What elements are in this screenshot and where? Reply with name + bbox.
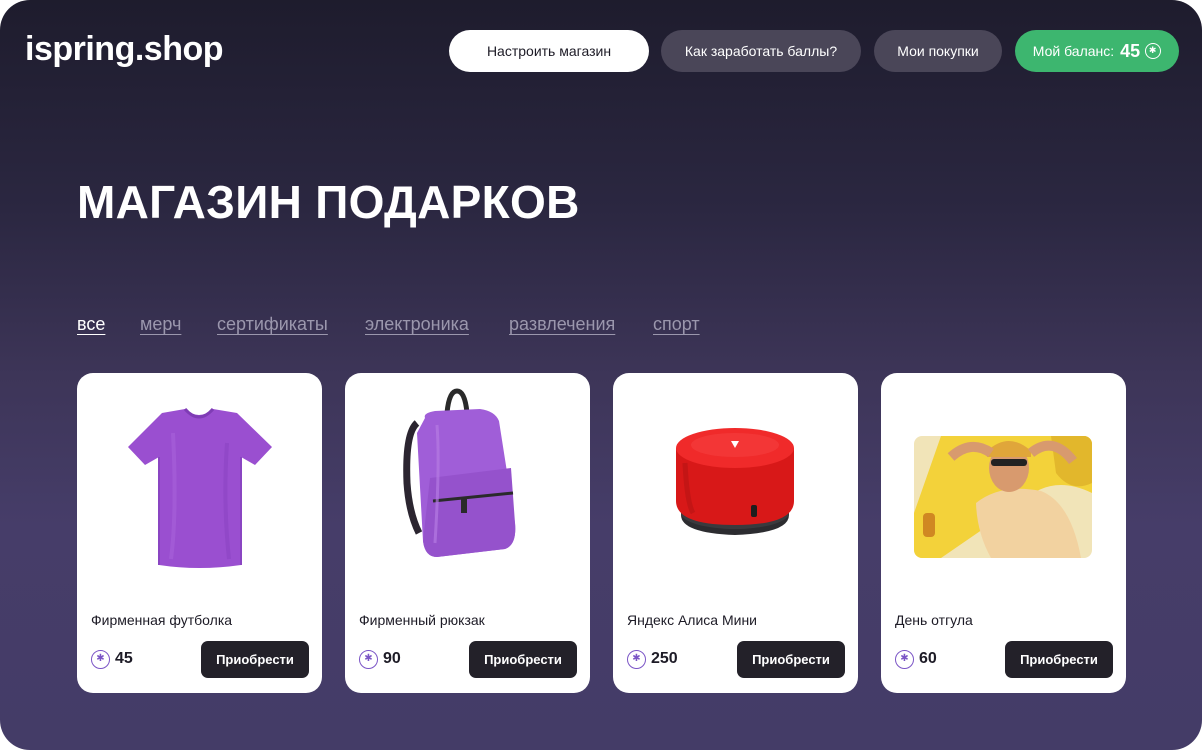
product-card[interactable]: Яндекс Алиса Мини ✱ 250 Приобрести <box>613 373 858 693</box>
category-sport[interactable]: спорт <box>653 314 700 335</box>
smart-speaker-image <box>676 428 794 535</box>
product-price: ✱ 250 <box>627 649 678 669</box>
category-merch[interactable]: мерч <box>140 314 181 335</box>
points-coin-icon <box>1145 43 1162 59</box>
product-name: Фирменная футболка <box>91 612 233 628</box>
product-price: ✱ 45 <box>91 649 133 669</box>
product-name: Яндекс Алиса Мини <box>627 612 758 628</box>
product-name: Фирменный рюкзак <box>359 612 485 628</box>
points-coin-icon: ✱ <box>359 649 378 669</box>
balance-label: Мой баланс: <box>1032 43 1115 59</box>
logo[interactable]: ispring.shop <box>25 30 224 69</box>
balance-value: 45 <box>1120 40 1141 61</box>
how-to-earn-button[interactable]: Как заработать баллы? <box>661 30 861 72</box>
points-coin-icon: ✱ <box>91 649 110 669</box>
price-value: 60 <box>919 650 937 667</box>
tshirt-image <box>128 407 272 568</box>
product-name: День отгула <box>895 612 973 628</box>
price-value: 250 <box>651 650 678 667</box>
points-coin-icon: ✱ <box>895 649 914 669</box>
setup-shop-button[interactable]: Настроить магазин <box>449 30 649 72</box>
price-value: 45 <box>115 650 133 667</box>
points-coin-icon: ✱ <box>627 649 646 669</box>
product-card[interactable]: Фирменная футболка ✱ 45 Приобрести <box>77 373 322 693</box>
day-off-photo <box>914 436 1092 558</box>
buy-button[interactable]: Приобрести <box>469 641 577 678</box>
product-card[interactable]: Фирменный рюкзак ✱ 90 Приобрести <box>345 373 590 693</box>
category-entertainment[interactable]: развлечения <box>509 314 615 335</box>
product-price: ✱ 90 <box>359 649 401 669</box>
my-purchases-button[interactable]: Мои покупки <box>874 30 1002 72</box>
buy-button[interactable]: Приобрести <box>737 641 845 678</box>
page-title: МАГАЗИН ПОДАРКОВ <box>77 176 580 228</box>
product-card[interactable]: День отгула ✱ 60 Приобрести <box>881 373 1126 693</box>
backpack-image <box>403 388 516 557</box>
shop-page: ispring.shop Настроить магазин Как зараб… <box>0 0 1202 750</box>
product-price: ✱ 60 <box>895 649 937 669</box>
buy-button[interactable]: Приобрести <box>1005 641 1113 678</box>
category-all[interactable]: все <box>77 314 105 335</box>
category-electronics[interactable]: электроника <box>365 314 469 335</box>
balance-button[interactable]: Мой баланс: 45 <box>1015 30 1179 72</box>
price-value: 90 <box>383 650 401 667</box>
category-certificates[interactable]: сертификаты <box>217 314 328 335</box>
buy-button[interactable]: Приобрести <box>201 641 309 678</box>
